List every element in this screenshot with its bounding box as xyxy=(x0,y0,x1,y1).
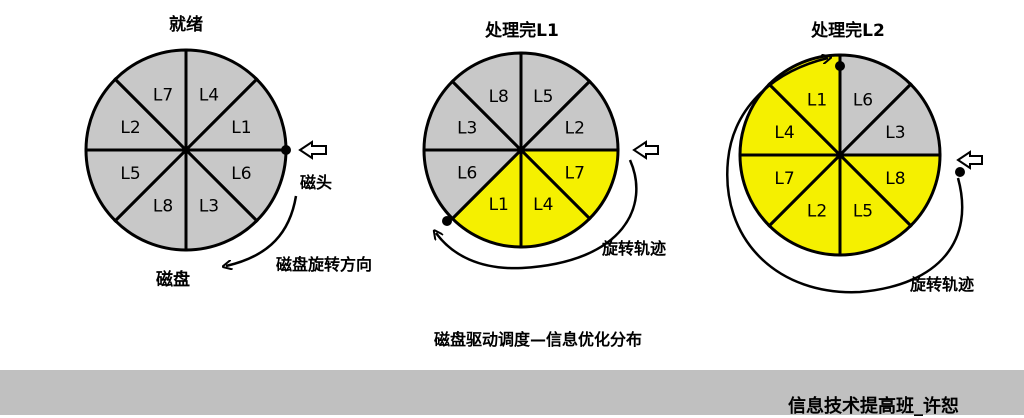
head-marker-dot xyxy=(955,167,965,177)
sector-label: L4 xyxy=(199,86,219,106)
disk-scheduling-diagram: 就绪 L4 L1 L6 L3 L8 L5 L2 L7 磁头 磁盘 磁盘旋转方向 处理完L1 L… xyxy=(84,14,983,349)
disk-platter: L4 L1 L6 L3 L8 L5 L2 L7 xyxy=(84,48,288,252)
sector-label: L3 xyxy=(199,196,219,216)
sector-label: L1 xyxy=(489,195,509,215)
head-dot xyxy=(835,61,845,71)
footer-credit: 信息技术提高班_许恕 xyxy=(788,396,959,417)
sector-label: L5 xyxy=(533,87,553,107)
sector-label: L1 xyxy=(807,91,827,111)
disk-after-l2: 处理完L2 L6 L3 L8 L5 L2 L7 L4 L1 旋转轨迹 xyxy=(726,20,983,294)
head-arrow-icon xyxy=(956,150,983,170)
sector-label: L1 xyxy=(231,118,251,138)
sector-label: L7 xyxy=(153,86,173,106)
sector-label: L2 xyxy=(565,119,585,139)
disk-platter: L5 L2 L7 L4 L1 L6 L3 L8 xyxy=(422,51,620,249)
sector-label: L3 xyxy=(885,123,905,143)
sector-label: L4 xyxy=(533,195,553,215)
sector-label: L7 xyxy=(565,163,585,183)
rotation-label: 旋转轨迹 xyxy=(601,239,666,258)
rotation-label: 磁盘旋转方向 xyxy=(276,255,372,274)
sector-label: L6 xyxy=(231,164,251,184)
sector-label: L7 xyxy=(774,169,794,189)
sector-label: L8 xyxy=(489,87,509,107)
disk-title: 处理完L1 xyxy=(484,20,559,41)
diagram-caption: 磁盘驱动调度—信息优化分布 xyxy=(434,330,642,349)
disk-after-l1: 处理完L1 L5 L2 L7 L4 L1 L6 L3 L8 旋转轨迹 xyxy=(422,20,666,270)
disk-ready: 就绪 L4 L1 L6 L3 L8 L5 L2 L7 磁头 磁盘 磁盘旋转方向 xyxy=(84,14,372,290)
head-dot xyxy=(281,145,291,155)
head-arrow-icon xyxy=(298,140,327,160)
sector-label: L6 xyxy=(853,91,873,111)
disk-title: 处理完L2 xyxy=(810,20,885,41)
sector-label: L8 xyxy=(153,196,173,216)
sector-label: L5 xyxy=(120,164,140,184)
disk-label: 磁盘 xyxy=(156,269,190,290)
sector-label: L2 xyxy=(807,201,827,221)
rotation-label: 旋转轨迹 xyxy=(909,275,974,294)
disk-title: 就绪 xyxy=(169,14,203,35)
head-label: 磁头 xyxy=(300,173,332,192)
footer-bar: 信息技术提高班_许恕 xyxy=(0,370,1024,417)
sector-label: L2 xyxy=(120,118,140,138)
sector-label: L6 xyxy=(457,163,477,183)
head-arrow-icon xyxy=(632,140,659,160)
sector-label: L3 xyxy=(457,119,477,139)
sector-label: L5 xyxy=(853,201,873,221)
sector-label: L4 xyxy=(774,123,794,143)
head-dot xyxy=(442,216,452,226)
sector-label: L8 xyxy=(885,169,905,189)
